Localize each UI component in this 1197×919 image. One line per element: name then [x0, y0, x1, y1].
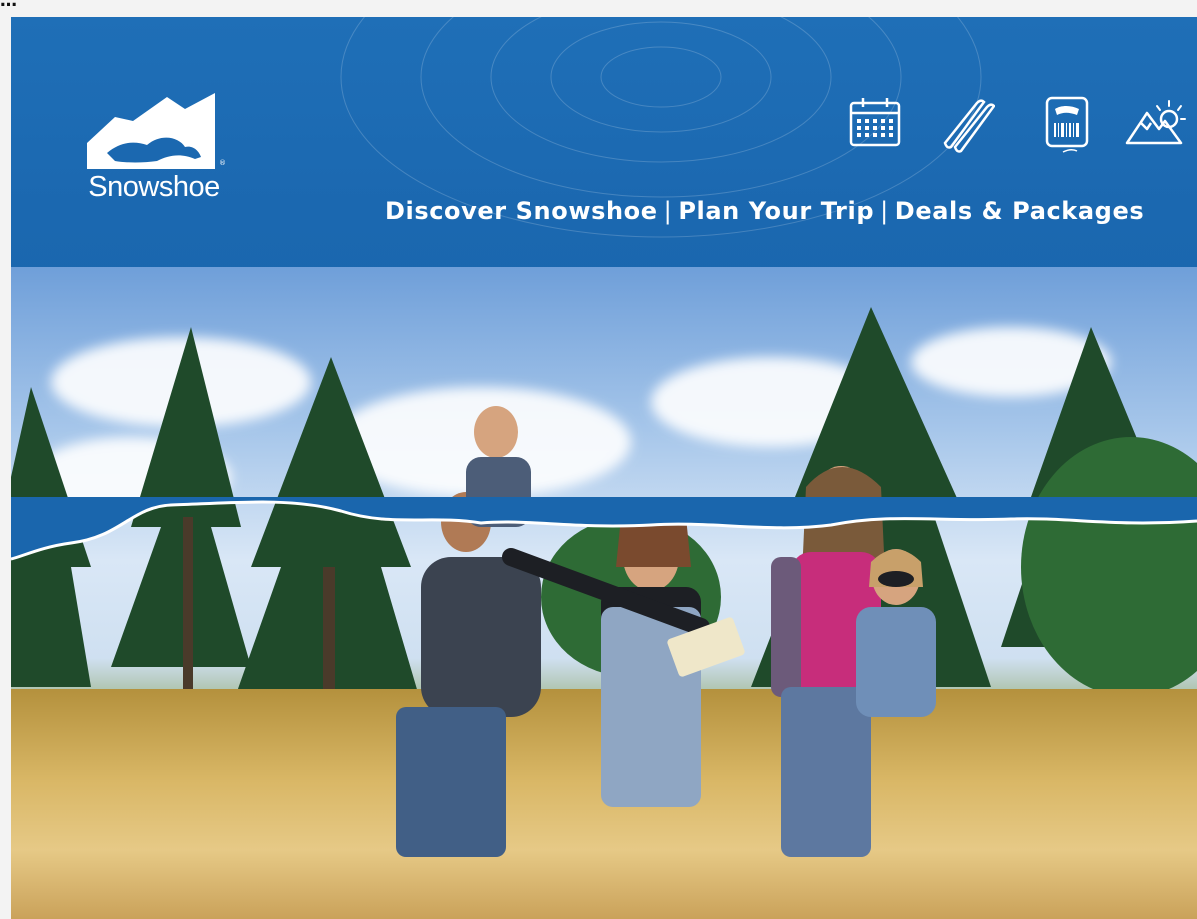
- nav-separator: |: [880, 197, 889, 225]
- main-nav: Discover Snowshoe | Plan Your Trip | Deals &…: [385, 197, 1161, 231]
- email-banner: ® Snowshoe Discover Snowshoe | Plan Your…: [11, 17, 1197, 919]
- email-cropped-line: …: [0, 0, 1197, 17]
- torn-paper-edge: [11, 497, 1197, 561]
- skis-icon[interactable]: [937, 95, 996, 153]
- hero-photo[interactable]: [11, 267, 1197, 919]
- family-figures: [396, 406, 936, 857]
- brand-wordmark: Snowshoe: [88, 171, 220, 203]
- svg-text:®: ®: [219, 159, 226, 167]
- calendar-icon[interactable]: [847, 95, 905, 153]
- nav-discover-snowshoe[interactable]: Discover Snowshoe: [385, 197, 658, 225]
- header-icon-bar: [847, 95, 1187, 155]
- nav-plan-your-trip[interactable]: Plan Your Trip: [678, 197, 874, 225]
- lift-ticket-icon[interactable]: [1037, 95, 1095, 153]
- nav-separator: |: [663, 197, 673, 225]
- mountain-weather-icon[interactable]: [1125, 95, 1186, 153]
- nav-deals-packages[interactable]: Deals & Packages: [895, 197, 1144, 225]
